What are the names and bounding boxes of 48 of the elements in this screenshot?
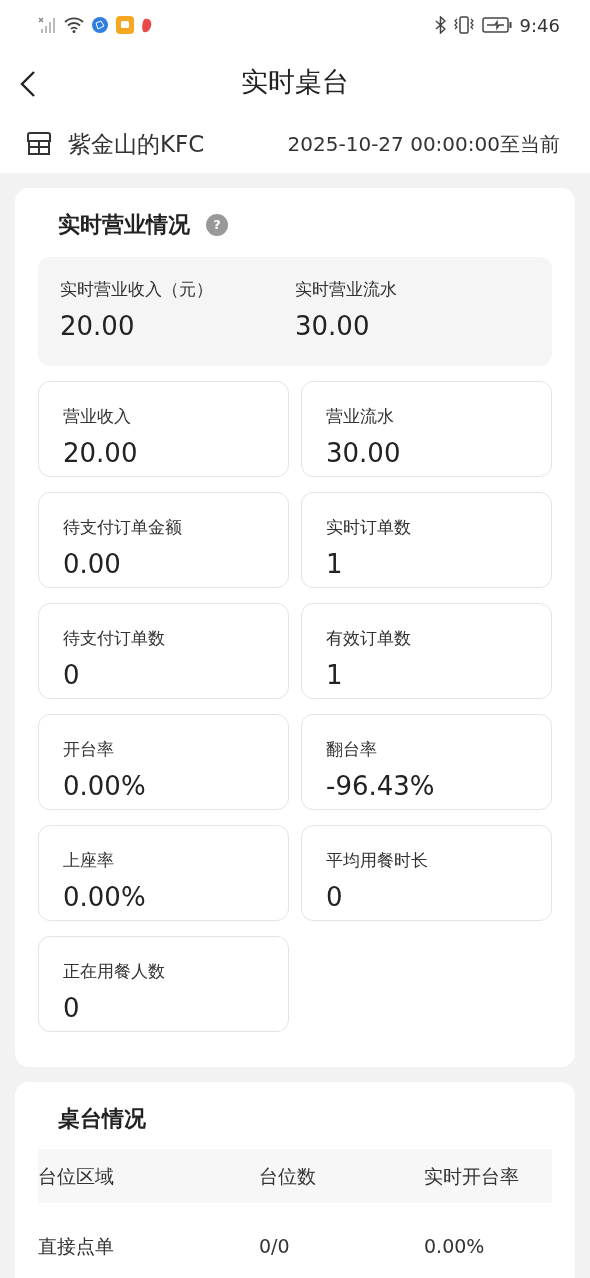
metric-label: 有效订单数 xyxy=(326,627,412,650)
metric-label: 平均用餐时长 xyxy=(326,849,429,872)
clock-time: 9:46 xyxy=(519,13,560,38)
vibrate-icon xyxy=(453,16,474,34)
table-cell-text: 0.00% xyxy=(424,1233,486,1259)
metric-value: 20.00 xyxy=(63,436,139,470)
section-title: 桌台情况 xyxy=(58,1105,147,1133)
store-icon xyxy=(26,132,52,156)
globe-icon xyxy=(92,17,108,33)
metric-label: 翻台率 xyxy=(326,738,378,761)
metric-value: 0.00% xyxy=(63,880,147,914)
page-title: 实时桌台 xyxy=(241,65,349,100)
metric-label: 实时订单数 xyxy=(326,516,412,539)
metric-value: 0 xyxy=(63,658,81,692)
metric-value: 30.00 xyxy=(295,309,371,343)
metric-label: 实时营业流水 xyxy=(295,278,398,301)
metric-value: 0 xyxy=(63,991,81,1025)
metric-value: 1 xyxy=(326,547,344,581)
battery-icon xyxy=(481,17,512,33)
metric-value: 1 xyxy=(326,658,344,692)
metric-value: 0 xyxy=(326,880,344,914)
date-range[interactable]: 2025-10-27 00:00:00至当前 xyxy=(287,129,560,159)
metric-label: 正在用餐人数 xyxy=(63,960,166,983)
metric-value: 0.00% xyxy=(63,769,147,803)
column-header: 台位数 xyxy=(259,1163,317,1189)
metric-value: 0.00 xyxy=(63,547,122,581)
wifi-icon xyxy=(64,17,84,33)
metric-label: 上座率 xyxy=(63,849,115,872)
back-icon[interactable] xyxy=(18,70,38,98)
table-cell-text: 直接点单 xyxy=(38,1233,115,1259)
metric-label: 营业流水 xyxy=(326,405,395,428)
bluetooth-icon xyxy=(434,16,446,34)
metric-value: 30.00 xyxy=(326,436,402,470)
signal-icon xyxy=(38,17,56,33)
section-title: 实时营业情况 xyxy=(58,211,190,239)
metric-label: 待支付订单数 xyxy=(63,627,166,650)
metric-label: 待支付订单金额 xyxy=(63,516,183,539)
app-icon xyxy=(142,17,152,33)
metric-value: -96.43% xyxy=(326,769,436,803)
metric-label: 开台率 xyxy=(63,738,115,761)
metric-label: 实时营业收入（元） xyxy=(60,278,214,301)
table-cell-text: 0/0 xyxy=(259,1233,291,1259)
column-header: 实时开台率 xyxy=(424,1163,520,1189)
column-header: 台位区域 xyxy=(38,1163,115,1189)
app-icon xyxy=(116,16,134,34)
metric-value: 20.00 xyxy=(60,309,136,343)
store-name[interactable]: 紫金山的KFC xyxy=(68,126,205,162)
metric-label: 营业收入 xyxy=(63,405,132,428)
